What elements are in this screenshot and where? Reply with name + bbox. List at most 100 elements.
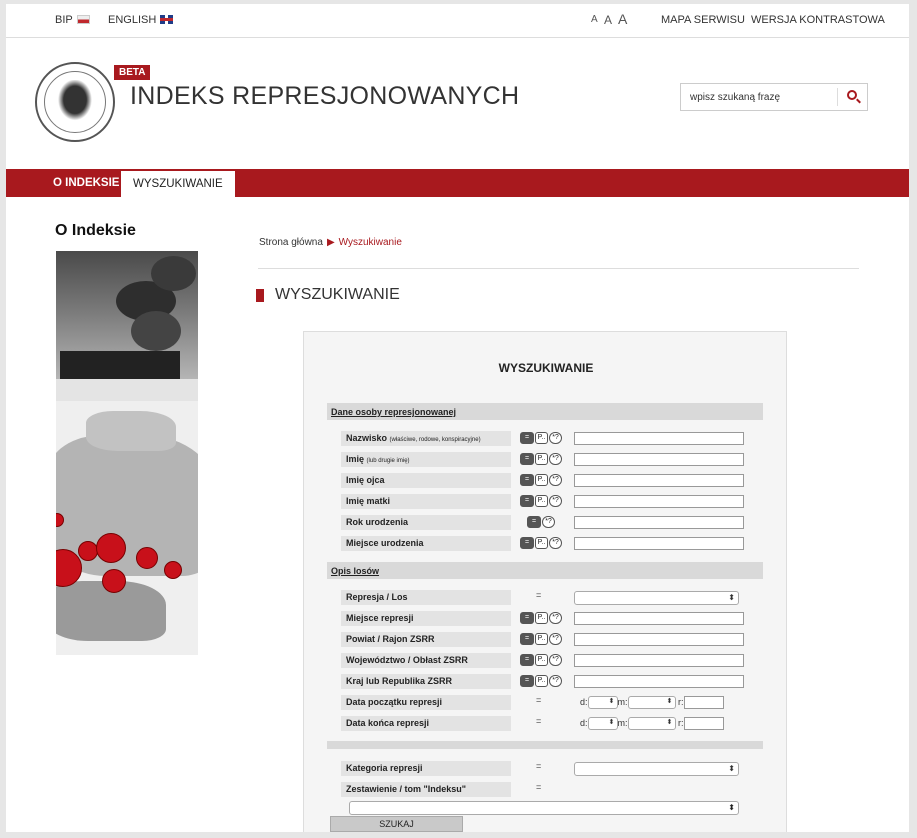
field-label: Miejsce urodzenia [341,536,511,551]
search-icon[interactable] [847,90,857,100]
prefix-match-button[interactable]: P.. [535,654,548,666]
wojewodztwo-input[interactable] [574,654,744,667]
sidebar-title: O Indeksie [55,222,136,239]
breadcrumb-current[interactable]: Wyszukiwanie [339,237,402,248]
end-month-select[interactable]: ⬍ [627,717,676,730]
wildcard-match-button[interactable]: *? [549,495,562,507]
breadcrumb-arrow-icon: ▶ [326,237,335,248]
prefix-match-button[interactable]: P.. [535,612,548,624]
exact-match-button[interactable]: = [527,516,541,528]
exact-match-button[interactable]: = [520,453,534,465]
exact-match-button[interactable]: = [520,474,534,486]
match-buttons: = P.. *? [520,675,563,688]
prefix-match-button[interactable]: P.. [535,675,548,687]
prefix-match-button[interactable]: P.. [535,474,548,486]
exact-match-button[interactable]: = [520,633,534,645]
nazwisko-input[interactable] [574,432,744,445]
field-label: Nazwisko (właściwe, rodowe, konspiracyjn… [341,431,511,446]
search-box[interactable]: wpisz szukaną frazę [680,83,868,111]
form-title: WYSZUKIWANIE [498,361,594,375]
breadcrumb: Strona główna ▶ Wyszukiwanie [259,237,402,248]
zestawienie-select[interactable]: ⬍ [349,801,739,815]
field-hint: (właściwe, rodowe, konspiracyjne) [389,437,481,443]
exact-match-button[interactable]: = [520,537,534,549]
wildcard-match-button[interactable]: *? [549,453,562,465]
start-day-select[interactable]: ⬍ [587,696,618,709]
search-submit-button[interactable]: SZUKAJ [330,816,463,832]
miejsce-represji-input[interactable] [574,612,744,625]
english-link[interactable]: ENGLISH [108,14,174,26]
form-row-data-poczatku: Data początku represji = d: ⬍ m: ⬍ r: [304,695,788,712]
day-label: d: [580,696,588,707]
nav-item-o-indeksie[interactable]: O INDEKSIE [41,169,131,197]
field-label: Powiat / Rajon ZSRR [341,632,511,647]
equals-sign: = [536,782,542,792]
nav-item-wyszukiwanie[interactable]: WYSZUKIWANIE [121,171,235,197]
map-area [56,401,198,655]
font-size-small[interactable]: A [591,14,598,25]
wildcard-match-button[interactable]: *? [542,516,555,528]
font-size-medium[interactable]: A [604,13,612,27]
match-buttons: = P.. *? [520,612,563,625]
exact-match-button[interactable]: = [520,432,534,444]
month-label: m: [617,717,628,728]
prefix-match-button[interactable]: P.. [535,537,548,549]
equals-sign: = [536,590,542,600]
field-label: Data końca represji [341,716,511,731]
match-buttons: = P.. *? [520,432,563,445]
wildcard-match-button[interactable]: *? [549,675,562,687]
map-marker [96,533,126,563]
field-label: Imię matki [341,494,511,509]
match-buttons: = P.. *? [520,537,563,550]
page: BIP ENGLISH A A A MAPA SERWISU WERSJA KO… [6,4,909,832]
field-label-text: Imię matki [346,496,391,506]
ipn-logo[interactable] [35,62,115,142]
powiat-input[interactable] [574,633,744,646]
section-person-header: Dane osoby represjonowanej [327,403,763,420]
search-input[interactable]: wpisz szukaną frazę [690,92,780,103]
form-row-zestawienie: Zestawienie / tom "Indeksu" = [304,782,788,799]
form-row-imie-matki: Imię matki = P.. *? [304,494,788,511]
start-month-select[interactable]: ⬍ [627,696,676,709]
search-form: WYSZUKIWANIE Dane osoby represjonowanej … [303,331,787,832]
sitemap-link[interactable]: MAPA SERWISU [661,14,745,26]
wildcard-match-button[interactable]: *? [549,633,562,645]
exact-match-button[interactable]: = [520,675,534,687]
exact-match-button[interactable]: = [520,612,534,624]
miejsce-urodzenia-input[interactable] [574,537,744,550]
field-label: Data początku represji [341,695,511,710]
contrast-version-link[interactable]: WERSJA KONTRASTOWA [751,14,885,26]
prefix-match-button[interactable]: P.. [535,495,548,507]
site-title[interactable]: INDEKS REPRESJONOWANYCH [130,82,519,111]
exact-match-button[interactable]: = [520,654,534,666]
wildcard-match-button[interactable]: *? [549,612,562,624]
prefix-match-button[interactable]: P.. [535,633,548,645]
field-label: Kategoria represji [341,761,511,776]
start-year-input[interactable] [683,696,724,709]
form-row-powiat: Powiat / Rajon ZSRR = P.. *? [304,632,788,649]
end-day-select[interactable]: ⬍ [587,717,618,730]
breadcrumb-home[interactable]: Strona główna [259,237,323,248]
rok-urodzenia-input[interactable] [574,516,744,529]
prefix-match-button[interactable]: P.. [535,453,548,465]
prefix-match-button[interactable]: P.. [535,432,548,444]
bip-link[interactable]: BIP [55,14,90,26]
form-row-imie-ojca: Imię ojca = P.. *? [304,473,788,490]
poland-flag-icon [76,15,90,24]
wildcard-match-button[interactable]: *? [549,474,562,486]
imie-matki-input[interactable] [574,495,744,508]
wildcard-match-button[interactable]: *? [549,654,562,666]
wildcard-match-button[interactable]: *? [549,537,562,549]
wildcard-match-button[interactable]: *? [549,432,562,444]
exact-match-button[interactable]: = [520,495,534,507]
form-row-rok-urodzenia: Rok urodzenia = *? [304,515,788,532]
end-date-group: d: ⬍ m: ⬍ r: [580,717,724,730]
represja-select[interactable]: ⬍ [574,591,739,605]
main-nav: O INDEKSIE WYSZUKIWANIE [6,169,909,197]
kategoria-select[interactable]: ⬍ [574,762,739,776]
imie-ojca-input[interactable] [574,474,744,487]
end-year-input[interactable] [683,717,724,730]
font-size-large[interactable]: A [618,11,627,27]
imie-input[interactable] [574,453,744,466]
kraj-input[interactable] [574,675,744,688]
